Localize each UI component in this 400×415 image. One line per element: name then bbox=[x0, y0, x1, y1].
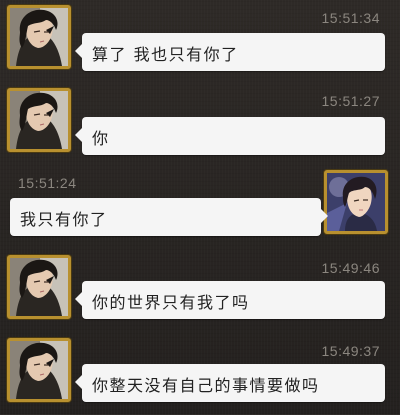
message-text: 你 bbox=[92, 129, 110, 148]
message-bubble[interactable]: 我只有你了 bbox=[10, 198, 328, 236]
message-text: 你的世界只有我了吗 bbox=[92, 293, 250, 312]
young-man-avatar-icon[interactable] bbox=[324, 170, 388, 234]
dark-haired-man-avatar-icon[interactable] bbox=[7, 5, 71, 69]
message-text: 算了 我也只有你了 bbox=[92, 45, 239, 64]
dark-haired-man-avatar-icon[interactable] bbox=[7, 88, 71, 152]
message-timestamp: 15:51:34 bbox=[321, 10, 380, 26]
message-row: 15:51:24 我只有你了 bbox=[0, 165, 400, 249]
chat-history: 15:51:34 算了 我也只有你了 15:51:27 你 15:51:24 我… bbox=[0, 0, 400, 414]
message-text: 你整天没有自己的事情要做吗 bbox=[92, 376, 320, 395]
message-bubble[interactable]: 算了 我也只有你了 bbox=[75, 33, 385, 71]
message-bubble[interactable]: 你 bbox=[75, 117, 385, 155]
message-timestamp: 15:51:24 bbox=[18, 175, 77, 191]
message-timestamp: 15:51:27 bbox=[321, 93, 380, 109]
dark-haired-man-avatar-icon[interactable] bbox=[7, 338, 71, 402]
message-bubble[interactable]: 你整天没有自己的事情要做吗 bbox=[75, 364, 385, 402]
message-bubble[interactable]: 你的世界只有我了吗 bbox=[75, 281, 385, 319]
message-timestamp: 15:49:46 bbox=[321, 260, 380, 276]
message-row: 15:49:46 你的世界只有我了吗 bbox=[0, 248, 400, 332]
message-row: 15:49:37 你整天没有自己的事情要做吗 bbox=[0, 331, 400, 415]
message-row: 15:51:27 你 bbox=[0, 83, 400, 167]
message-row: 15:51:34 算了 我也只有你了 bbox=[0, 0, 400, 84]
message-timestamp: 15:49:37 bbox=[321, 343, 380, 359]
dark-haired-man-avatar-icon[interactable] bbox=[7, 255, 71, 319]
message-text: 我只有你了 bbox=[20, 210, 108, 229]
